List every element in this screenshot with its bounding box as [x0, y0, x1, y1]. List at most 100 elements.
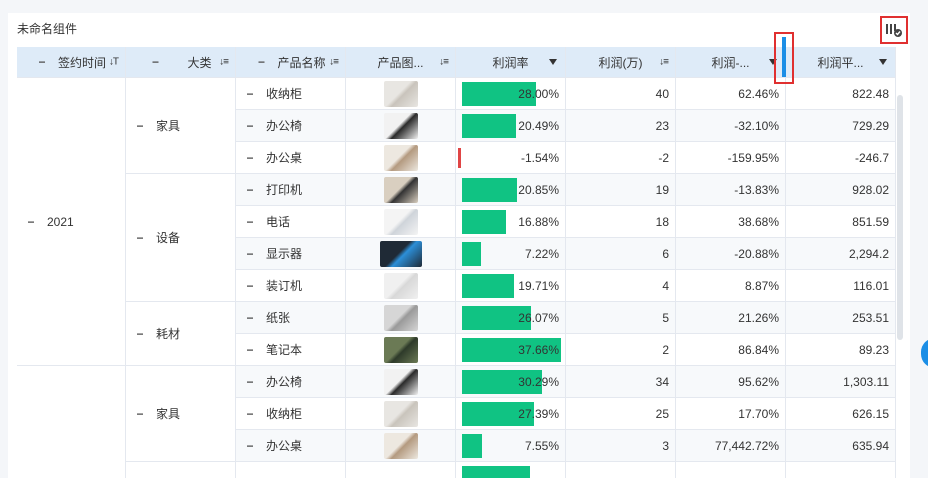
profit-value: 2: [662, 342, 669, 357]
profit-avg-cell: [786, 462, 896, 478]
header-sign-time[interactable]: − 签约时间 ↓T: [17, 47, 126, 78]
profit-avg-value: -246.7: [854, 150, 889, 165]
header-profit-avg[interactable]: 利润平...: [786, 47, 896, 78]
profit-rate-value: 28.00%: [518, 86, 559, 101]
collapse-icon[interactable]: −: [25, 215, 37, 229]
collapse-icon[interactable]: −: [134, 327, 146, 341]
profit-rate-cell: 20.49%: [456, 110, 566, 142]
profit-rate-value: 20.85%: [518, 182, 559, 197]
profit-value: 34: [655, 374, 669, 389]
product-image-cell: [346, 334, 456, 366]
profit-rate-bar: [462, 178, 517, 202]
profit-cell: -2: [566, 142, 676, 174]
collapse-icon[interactable]: −: [134, 231, 146, 245]
collapse-icon[interactable]: −: [244, 279, 256, 293]
collapse-icon[interactable]: −: [244, 311, 256, 325]
profit-growth-cell: -159.95%: [676, 142, 786, 174]
product-thumbnail: [383, 432, 418, 459]
vertical-scrollbar[interactable]: [897, 95, 903, 340]
sort-filter-icon[interactable]: ↓T: [109, 57, 119, 68]
profit-rate-bar: [462, 434, 482, 458]
collapse-icon[interactable]: −: [255, 55, 267, 69]
collapse-icon[interactable]: −: [36, 55, 48, 69]
column-resize-handle[interactable]: [782, 37, 786, 77]
profit-avg-value: 729.29: [852, 118, 889, 133]
profit-growth-cell: 8.87%: [676, 270, 786, 302]
collapse-icon[interactable]: −: [134, 119, 146, 133]
collapse-icon[interactable]: −: [244, 151, 256, 165]
profit-rate-value: 20.49%: [518, 118, 559, 133]
collapse-icon[interactable]: −: [244, 375, 256, 389]
collapse-icon[interactable]: −: [244, 119, 256, 133]
profit-cell: 19: [566, 174, 676, 206]
column-resize-highlight[interactable]: [774, 32, 794, 84]
collapse-icon[interactable]: −: [244, 439, 256, 453]
collapse-icon[interactable]: −: [244, 215, 256, 229]
profit-growth-cell: 62.46%: [676, 78, 786, 110]
profit-value: 3: [662, 438, 669, 453]
collapse-icon[interactable]: −: [244, 343, 256, 357]
product-image-cell: [346, 398, 456, 430]
profit-rate-bar: [462, 242, 481, 266]
profit-growth-value: 17.70%: [738, 406, 779, 421]
collapse-icon[interactable]: −: [244, 183, 256, 197]
profit-avg-cell: 729.29: [786, 110, 896, 142]
header-product-name-label: 产品名称: [277, 55, 326, 70]
header-profit-growth[interactable]: 利润-...: [676, 47, 786, 78]
dropdown-caret-icon[interactable]: [879, 59, 887, 65]
profit-rate-value: 19.71%: [518, 278, 559, 293]
sort-icon[interactable]: ↓≡: [219, 57, 229, 68]
product-image-cell: [346, 238, 456, 270]
category-label: 家具: [156, 407, 181, 421]
side-panel-toggle[interactable]: [921, 338, 928, 368]
collapse-icon[interactable]: −: [134, 407, 146, 421]
header-product-name[interactable]: − 产品名称 ↓≡: [236, 47, 346, 78]
profit-avg-cell: 928.02: [786, 174, 896, 206]
profit-avg-value: 1,303.11: [843, 374, 889, 389]
profit-rate-value: 27.39%: [518, 406, 559, 421]
header-profit[interactable]: 利润(万) ↓≡: [566, 47, 676, 78]
header-category-label: 大类: [187, 55, 212, 70]
profit-growth-cell: 95.62%: [676, 366, 786, 398]
profit-rate-bar: [462, 466, 530, 478]
profit-cell: 18: [566, 206, 676, 238]
table-settings-button[interactable]: [880, 16, 908, 44]
profit-rate-value: 7.55%: [524, 438, 559, 453]
sort-icon[interactable]: ↓≡: [439, 57, 449, 68]
dropdown-caret-icon[interactable]: [549, 59, 557, 65]
product-image-cell: [346, 430, 456, 462]
header-product-image[interactable]: 产品图... ↓≡: [346, 47, 456, 78]
header-category[interactable]: − 大类 ↓≡: [126, 47, 236, 78]
profit-avg-value: 635.94: [852, 438, 889, 453]
collapse-icon[interactable]: −: [149, 55, 161, 69]
profit-cell: 4: [566, 270, 676, 302]
profit-rate-cell: 7.55%: [456, 430, 566, 462]
profit-avg-cell: 822.48: [786, 78, 896, 110]
profit-growth-cell: -20.88%: [676, 238, 786, 270]
profit-cell: 6: [566, 238, 676, 270]
profit-rate-value: 16.88%: [518, 214, 559, 229]
product-name: 办公桌: [266, 439, 303, 453]
profit-avg-value: 253.51: [852, 310, 889, 325]
profit-rate-cell: 30.29%: [456, 366, 566, 398]
header-profit-avg-label: 利润平...: [817, 55, 864, 70]
collapse-icon[interactable]: −: [244, 407, 256, 421]
sort-icon[interactable]: ↓≡: [659, 57, 669, 68]
profit-growth-cell: 86.84%: [676, 334, 786, 366]
profit-growth-value: 95.62%: [738, 374, 779, 389]
product-name: 装订机: [266, 279, 303, 293]
product-name-cell: − 打印机: [236, 174, 346, 206]
collapse-icon[interactable]: −: [244, 87, 256, 101]
profit-value: 19: [655, 182, 669, 197]
profit-rate-value: 7.22%: [524, 246, 559, 261]
profit-growth-cell: 21.26%: [676, 302, 786, 334]
pivot-table: − 签约时间 ↓T − 大类 ↓≡ − 产品名称 ↓≡ 产品图... ↓≡ 利润…: [17, 47, 910, 478]
profit-rate-negative-bar: [458, 148, 461, 168]
profit-avg-cell: 851.59: [786, 206, 896, 238]
header-profit-rate[interactable]: 利润率: [456, 47, 566, 78]
collapse-icon[interactable]: −: [244, 247, 256, 261]
product-name: 电话: [266, 215, 291, 229]
profit-avg-value: 89.23: [858, 342, 889, 357]
profit-growth-value: 8.87%: [744, 278, 779, 293]
sort-icon[interactable]: ↓≡: [329, 57, 339, 68]
